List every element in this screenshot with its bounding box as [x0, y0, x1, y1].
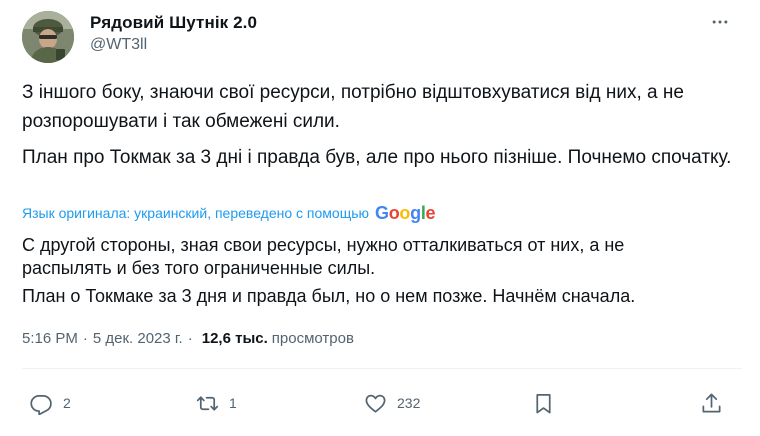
retweet-count: 1	[229, 395, 237, 411]
tweet-text-paragraph: План про Токмак за 3 дні і правда був, а…	[22, 147, 732, 168]
like-count: 232	[397, 395, 421, 411]
tweet-text-paragraph: З іншого боку, знаючи свої ресурси, потр…	[22, 82, 684, 132]
author-handle[interactable]: @WT3ll	[90, 36, 147, 54]
meta-separator: ·	[82, 330, 88, 347]
retweet-icon	[196, 395, 219, 411]
retweet-button[interactable]: 1	[196, 390, 237, 416]
divider	[22, 368, 742, 369]
tweet-meta: 5:16 PM · 5 дек. 2023 г. · 12,6 тыс. про…	[22, 330, 354, 347]
translation-attribution[interactable]: Язык оригинала: украинский, переведено с…	[22, 202, 436, 223]
more-horizontal-icon	[712, 20, 728, 24]
tweet-date[interactable]: 5 дек. 2023 г.	[93, 330, 183, 347]
share-button[interactable]	[700, 390, 723, 416]
more-options-button[interactable]	[708, 10, 732, 34]
bookmark-button[interactable]	[532, 390, 555, 416]
like-button[interactable]: 232	[364, 390, 420, 416]
avatar[interactable]	[22, 11, 74, 63]
share-icon	[702, 393, 721, 413]
reply-count: 2	[63, 395, 71, 411]
translation-note: Язык оригинала: украинский, переведено с…	[22, 205, 370, 221]
views-label: просмотров	[271, 330, 354, 347]
translated-text-line: С другой стороны, зная свои ресурсы, нуж…	[22, 235, 625, 255]
avatar-photo	[22, 11, 74, 63]
heart-icon	[365, 394, 386, 413]
reply-button[interactable]: 2	[30, 390, 71, 416]
bookmark-icon	[536, 393, 551, 413]
meta-separator: ·	[187, 330, 193, 347]
views-count: 12,6 тыс.	[201, 330, 268, 347]
translated-text-line: распылять и без того ограниченные силы.	[22, 258, 376, 278]
author-name[interactable]: Рядовий Шутнік 2.0	[90, 13, 257, 33]
tweet-time[interactable]: 5:16 PM	[22, 330, 78, 347]
google-logo: Google	[375, 202, 436, 223]
reply-icon	[30, 394, 52, 415]
translated-text-line: План о Токмаке за 3 дня и правда был, но…	[22, 286, 636, 306]
